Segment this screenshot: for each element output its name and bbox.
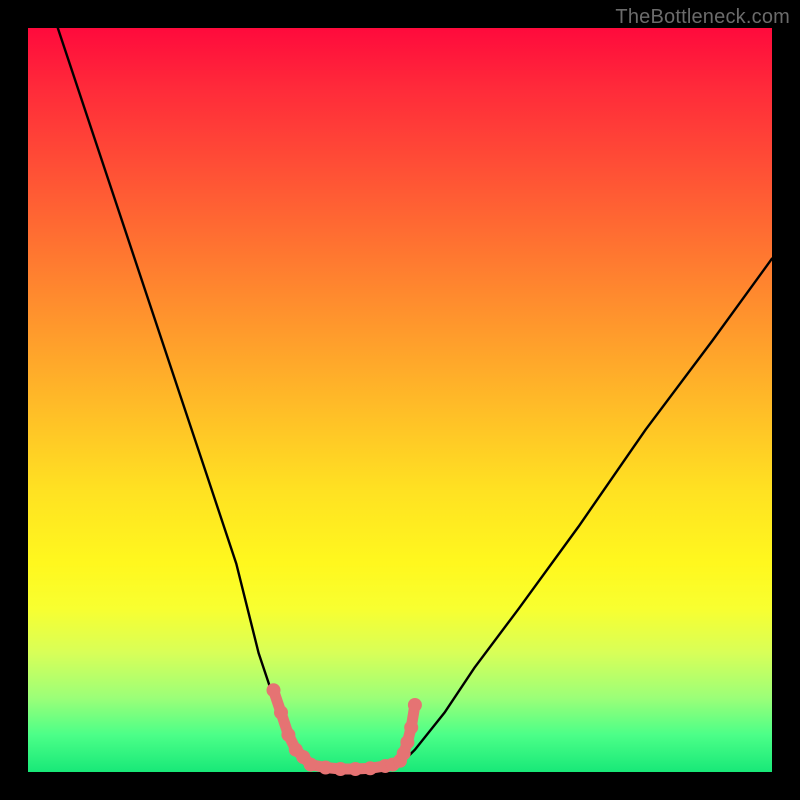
curve-layer: [28, 28, 772, 772]
marker-dot: [274, 706, 288, 720]
chart-frame: TheBottleneck.com: [0, 0, 800, 800]
marker-dot: [404, 720, 418, 734]
marker-dot: [267, 683, 281, 697]
marker-stroke: [274, 690, 415, 769]
marker-dot: [408, 698, 422, 712]
marker-dot: [304, 758, 318, 772]
plot-area: [28, 28, 772, 772]
marker-dot: [400, 735, 414, 749]
marker-dot: [348, 762, 362, 776]
marker-dot: [281, 728, 295, 742]
highlight-markers: [267, 683, 422, 776]
marker-dot: [319, 761, 333, 775]
curve-lines: [58, 28, 772, 770]
watermark-text: TheBottleneck.com: [615, 6, 790, 29]
bottleneck-curve: [58, 28, 772, 770]
marker-dot: [363, 761, 377, 775]
marker-dot: [334, 762, 348, 776]
